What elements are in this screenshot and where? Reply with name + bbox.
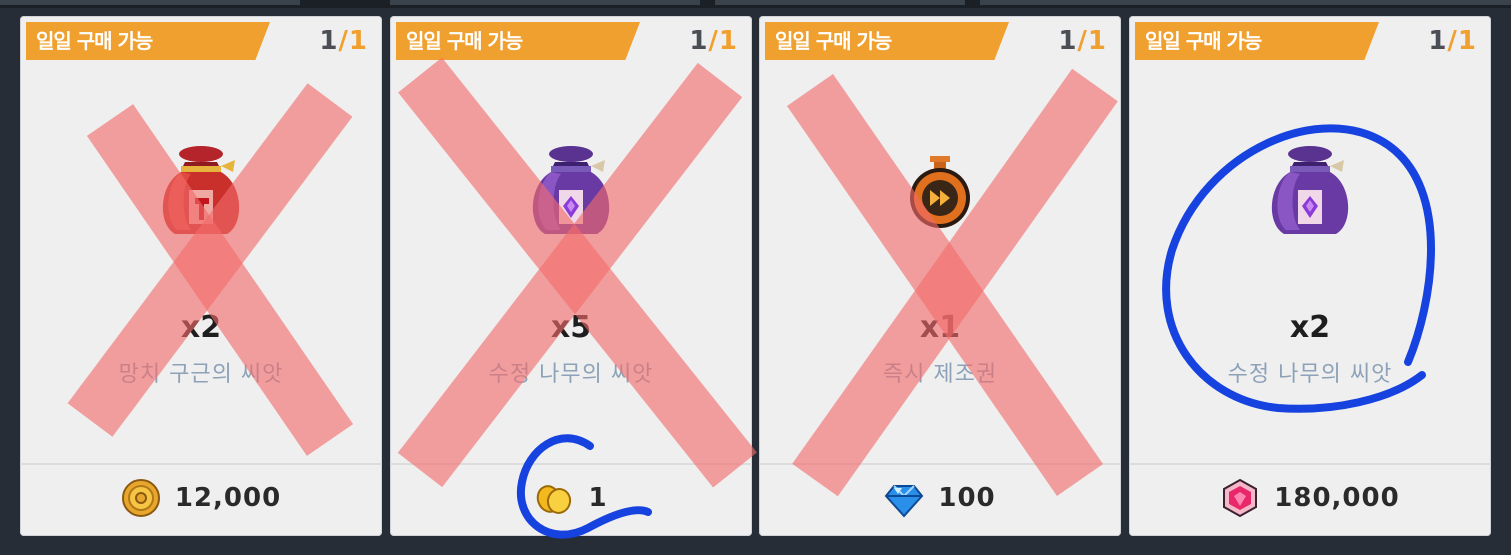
daily-purchase-tag: 일일 구매 가능 xyxy=(1135,22,1379,60)
price-button[interactable]: 12,000 xyxy=(20,478,382,518)
golden-leaf-icon xyxy=(537,485,572,514)
price-button[interactable]: 180,000 xyxy=(1129,478,1491,518)
item-name: 수정 나무의 씨앗 xyxy=(1227,362,1393,387)
top-tab-strip xyxy=(0,0,1511,8)
price-value: 1 xyxy=(588,483,608,513)
fast-forward-stopwatch-icon xyxy=(910,156,970,228)
gold-coin-icon xyxy=(121,479,160,517)
purchase-limit: 1/1 xyxy=(689,26,738,56)
shop-item-card[interactable]: 일일 구매 가능 1/1 x5 수정 나무의 씨앗 1 xyxy=(390,16,752,536)
purchase-limit: 1/1 xyxy=(319,26,368,56)
divider xyxy=(1129,463,1491,465)
divider xyxy=(390,463,752,465)
price-value: 180,000 xyxy=(1274,483,1400,513)
item-quantity: x2 xyxy=(1289,310,1331,345)
purchase-limit: 1/1 xyxy=(1428,26,1477,56)
shop-item-card[interactable]: 일일 구매 가능 1/1 x2 망치 구근의 씨앗 12,000 xyxy=(20,16,382,536)
item-quantity: x5 xyxy=(550,310,592,345)
shop-item-card[interactable]: 일일 구매 가능 1/1 x2 수정 나무의 씨앗 180,000 xyxy=(1129,16,1491,536)
price-button[interactable]: 1 xyxy=(390,478,752,518)
shop-item-card[interactable]: 일일 구매 가능 1/1 x1 즉시 제조권 100 xyxy=(759,16,1121,536)
purchase-limit: 1/1 xyxy=(1058,26,1107,56)
blue-diamond-icon xyxy=(885,485,924,518)
item-name: 망치 구근의 씨앗 xyxy=(118,362,284,387)
daily-purchase-tag: 일일 구매 가능 xyxy=(26,22,270,60)
purple-seed-bag-icon xyxy=(532,146,610,234)
item-quantity: x1 xyxy=(919,310,961,345)
daily-purchase-tag: 일일 구매 가능 xyxy=(765,22,1009,60)
price-value: 100 xyxy=(938,483,996,513)
item-quantity: x2 xyxy=(180,310,222,345)
shop-grid: 일일 구매 가능 1/1 x2 망치 구근의 씨앗 12,000 일일 구매 가… xyxy=(20,16,1495,538)
purple-seed-bag-icon xyxy=(1271,146,1349,234)
divider xyxy=(20,463,382,465)
daily-purchase-tag: 일일 구매 가능 xyxy=(396,22,640,60)
price-value: 12,000 xyxy=(174,483,282,513)
price-button[interactable]: 100 xyxy=(759,478,1121,518)
item-name: 수정 나무의 씨앗 xyxy=(488,362,654,387)
divider xyxy=(759,463,1121,465)
pink-gem-icon xyxy=(1223,478,1258,518)
red-seed-bag-icon xyxy=(162,146,240,234)
item-name: 즉시 제조권 xyxy=(882,362,998,387)
